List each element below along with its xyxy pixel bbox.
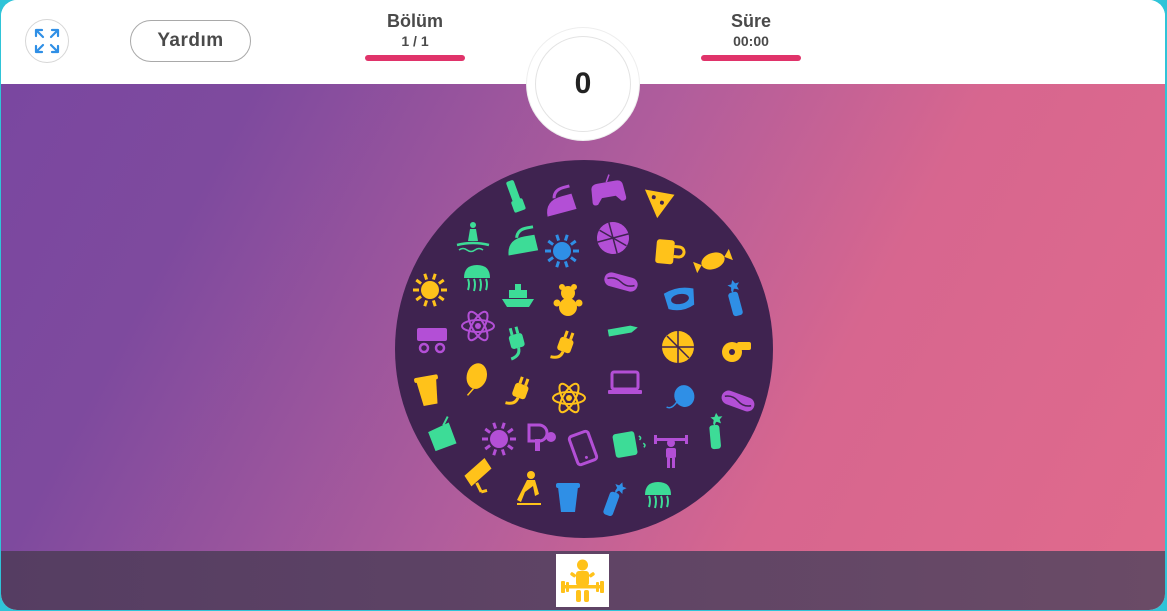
plug-icon[interactable]	[550, 328, 576, 362]
pizza-slice-icon[interactable]	[640, 189, 675, 221]
level-indicator: Bölüm 1 / 1	[365, 10, 465, 61]
jellyfish-icon[interactable]	[645, 482, 671, 509]
score-value: 0	[535, 36, 631, 132]
hair-dryer-icon[interactable]	[527, 423, 556, 451]
dynamite-icon[interactable]	[724, 278, 747, 317]
coffee-cup-icon[interactable]	[556, 483, 580, 512]
iron-icon[interactable]	[541, 184, 577, 217]
toaster-icon[interactable]	[612, 429, 646, 458]
game-board	[1, 84, 1165, 551]
time-label: Süre	[730, 11, 772, 31]
score-badge: 0	[527, 28, 639, 140]
coffee-mug-icon[interactable]	[655, 239, 686, 265]
expand-arrows-icon	[34, 28, 60, 54]
jellyfish-icon[interactable]	[464, 265, 490, 292]
weightlifter-icon	[561, 559, 604, 602]
diving-mask-icon[interactable]	[663, 286, 696, 313]
target-tray	[1, 551, 1165, 610]
game-frame: Yardım Bölüm 1 / 1 Süre 00:00 0	[1, 0, 1165, 610]
level-value: 1 / 1	[401, 33, 429, 49]
yoyo-icon[interactable]	[662, 383, 697, 412]
iron-icon[interactable]	[504, 225, 539, 256]
time-value: 00:00	[733, 33, 769, 49]
sun-icon[interactable]	[413, 273, 447, 307]
microphone-icon[interactable]	[504, 179, 526, 213]
gamepad-icon[interactable]	[588, 172, 627, 206]
atom-icon[interactable]	[461, 309, 495, 343]
target-card[interactable]	[556, 554, 609, 607]
pizza-icon[interactable]	[662, 331, 694, 363]
hotdog-icon[interactable]	[603, 271, 639, 293]
level-underline	[365, 55, 465, 61]
dynamite-icon[interactable]	[603, 480, 628, 519]
help-button[interactable]: Yardım	[130, 20, 251, 62]
weightlifter-icon[interactable]	[654, 435, 688, 468]
plug-icon[interactable]	[503, 326, 527, 361]
sun-icon[interactable]	[545, 234, 579, 268]
skater-icon[interactable]	[517, 471, 541, 505]
coffee-cup-icon[interactable]	[414, 374, 443, 407]
pizza-icon[interactable]	[593, 218, 632, 257]
cart-icon[interactable]	[417, 328, 447, 354]
whistle-icon[interactable]	[722, 342, 751, 362]
time-underline	[701, 55, 801, 61]
fullscreen-button[interactable]	[25, 19, 69, 63]
spotlight-icon[interactable]	[461, 457, 496, 495]
plug-icon[interactable]	[505, 374, 531, 408]
icon-field	[413, 172, 757, 519]
knife-icon[interactable]	[607, 324, 639, 337]
hotdog-icon[interactable]	[720, 389, 757, 414]
laptop-icon[interactable]	[608, 370, 642, 394]
sun-icon[interactable]	[482, 422, 516, 456]
dynamite-icon[interactable]	[708, 412, 725, 450]
level-label: Bölüm	[387, 11, 443, 31]
atom-icon[interactable]	[552, 381, 586, 415]
tablet-icon[interactable]	[567, 429, 599, 467]
shopping-bag-icon[interactable]	[426, 416, 457, 452]
candy-icon[interactable]	[692, 247, 733, 275]
icon-circle	[395, 160, 773, 538]
balloon-icon[interactable]	[462, 361, 490, 399]
time-indicator: Süre 00:00	[701, 10, 801, 61]
water-skier-icon[interactable]	[456, 222, 490, 253]
ship-icon[interactable]	[502, 284, 534, 307]
teddy-bear-icon[interactable]	[553, 284, 583, 316]
